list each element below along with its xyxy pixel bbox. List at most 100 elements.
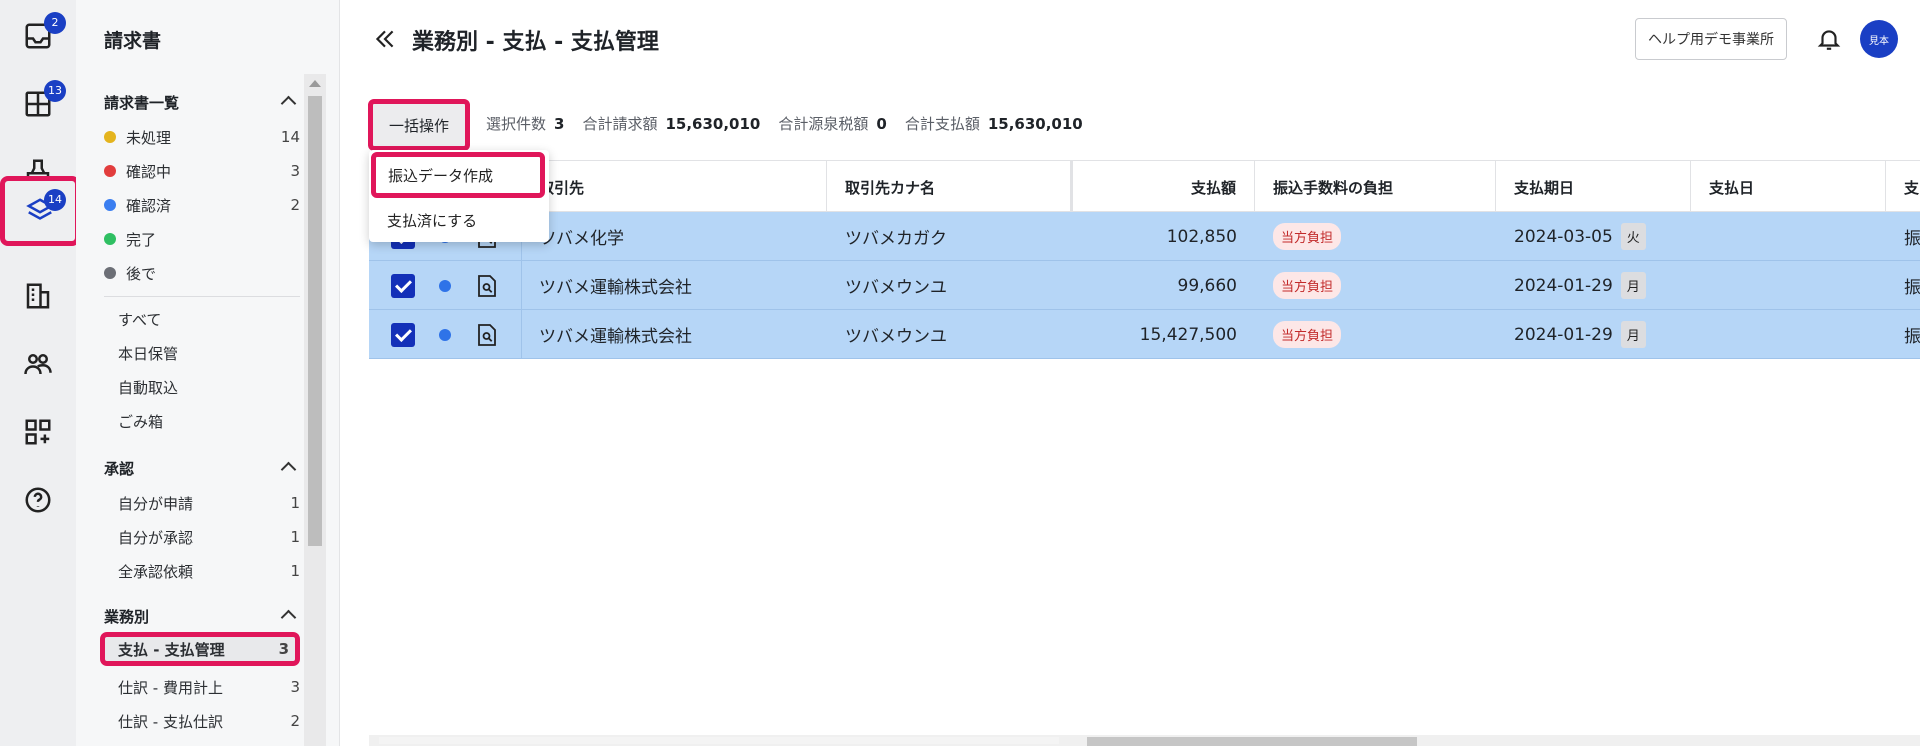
scroll-thumb-horizontal[interactable]: [1087, 737, 1417, 746]
business-heading[interactable]: 業務別: [104, 606, 297, 627]
sidebar-item-my-requests[interactable]: 自分が申請 1: [104, 488, 300, 518]
status-dot-gray: [104, 267, 116, 279]
sidebar-item-count: 2: [290, 196, 300, 214]
sidebar-item-done[interactable]: 完了: [104, 224, 300, 254]
layers-badge: 14: [44, 189, 66, 211]
sidebar-item-label: 仕訳 - 費用計上: [118, 678, 223, 697]
header-due-date[interactable]: 支払期日: [1496, 161, 1691, 213]
weekday-badge: 火: [1620, 223, 1646, 250]
sidebar-item-label: 後で: [126, 264, 157, 283]
status-dot-blue: [439, 280, 451, 292]
sidebar-item-label: 完了: [126, 230, 157, 249]
double-chevron-left-icon[interactable]: [372, 26, 398, 52]
row-checkbox[interactable]: [391, 323, 415, 347]
sidebar-item-all[interactable]: すべて: [104, 304, 300, 334]
due-date-value: 2024-01-29: [1514, 324, 1613, 345]
scroll-track-left[interactable]: [379, 737, 1059, 744]
header-partner-kana[interactable]: 取引先カナ名: [827, 161, 1073, 213]
cell-due-date: 2024-03-05 火: [1496, 212, 1691, 261]
sidebar-item-count: 2: [290, 712, 300, 730]
sidebar-title: 請求書: [104, 30, 162, 52]
menu-item-create-transfer-data[interactable]: 振込データ作成: [371, 152, 545, 198]
total-billed-value: 15,630,010: [665, 114, 761, 133]
total-billed-label: 合計請求額: [582, 115, 658, 133]
header-extra[interactable]: 支: [1886, 161, 1920, 213]
header-amount[interactable]: 支払額: [1073, 161, 1255, 213]
document-search-icon[interactable]: [477, 323, 497, 347]
approval-heading[interactable]: 承認: [104, 458, 297, 479]
cell-partner: ツバメ運輸株式会社: [539, 327, 692, 347]
chevron-up-icon: [280, 609, 297, 626]
building-nav[interactable]: [0, 264, 76, 328]
bulk-action-menu: 振込データ作成 支払済にする: [369, 150, 549, 242]
bell-icon[interactable]: [1816, 25, 1842, 53]
sidebar-item-all-approvals[interactable]: 全承認依頼 1: [104, 556, 300, 586]
sidebar-item-my-approvals[interactable]: 自分が承認 1: [104, 522, 300, 552]
table-row[interactable]: ツバメ化学 ツバメカガク 102,850 当方負担 2024-03-05 火 振: [369, 212, 1920, 261]
status-dot-blue: [104, 199, 116, 211]
sidebar-item-count: 14: [280, 128, 300, 146]
sidebar-item-label: 本日保管: [118, 344, 179, 363]
sidebar-item-checking[interactable]: 確認中 3: [104, 156, 300, 186]
sidebar-item-count: 3: [290, 678, 300, 696]
sidebar-item-stored-today[interactable]: 本日保管: [104, 338, 300, 368]
sidebar-item-label: 全承認依頼: [118, 562, 194, 581]
users-nav[interactable]: [0, 332, 76, 396]
cell-extra: 振: [1904, 229, 1920, 249]
inbox-nav[interactable]: 2: [0, 4, 76, 68]
due-date-value: 2024-01-29: [1514, 275, 1613, 296]
sidebar-item-payment-management[interactable]: 支払 - 支払管理 3: [100, 632, 300, 666]
menu-item-mark-paid[interactable]: 支払済にする: [369, 200, 549, 240]
sidebar-item-label: ごみ箱: [118, 412, 164, 431]
apps-nav[interactable]: [0, 400, 76, 464]
cell-paid-date: [1691, 212, 1886, 261]
sidebar-item-expense-journal[interactable]: 仕訳 - 費用計上 3: [104, 672, 300, 702]
total-payment-value: 15,630,010: [987, 114, 1083, 133]
sidebar-item-auto-import[interactable]: 自動取込: [104, 372, 300, 402]
scroll-up-icon[interactable]: [309, 80, 321, 87]
weekday-badge: 月: [1620, 321, 1646, 348]
fee-burden-badge: 当方負担: [1273, 321, 1342, 348]
sidebar-item-payment-journal[interactable]: 仕訳 - 支払仕訳 2: [104, 706, 300, 736]
chevron-up-icon: [280, 95, 297, 112]
selected-count-label: 選択件数: [486, 115, 547, 133]
scroll-thumb[interactable]: [308, 96, 322, 546]
help-nav[interactable]: [0, 468, 76, 532]
sidebar-item-later[interactable]: 後で: [104, 258, 300, 288]
sidebar-item-trash[interactable]: ごみ箱: [104, 406, 300, 436]
table-row[interactable]: ツバメ運輸株式会社 ツバメウンユ 99,660 当方負担 2024-01-29 月…: [369, 261, 1920, 310]
horizontal-scrollbar[interactable]: [369, 735, 1920, 746]
office-selector-button[interactable]: ヘルプ用デモ事業所: [1635, 18, 1787, 60]
withholding-value: 0: [876, 114, 887, 133]
help-icon: [25, 487, 51, 513]
cell-extra: 振: [1904, 278, 1920, 298]
status-dot-blue: [439, 329, 451, 341]
invoice-list-heading[interactable]: 請求書一覧: [104, 92, 297, 113]
row-checkbox[interactable]: [391, 274, 415, 298]
header-paid-date[interactable]: 支払日: [1691, 161, 1886, 213]
sidebar-item-unprocessed[interactable]: 未処理 14: [104, 122, 300, 152]
business-heading-label: 業務別: [104, 608, 150, 626]
layers-nav[interactable]: 14: [0, 176, 80, 246]
table-row[interactable]: ツバメ運輸株式会社 ツバメウンユ 15,427,500 当方負担 2024-01…: [369, 310, 1920, 359]
cell-fee-burden: 当方負担: [1255, 310, 1496, 359]
main-content: 業務別 - 支払 - 支払管理 ヘルプ用デモ事業所 見本 一括操作 選択件数 3…: [340, 0, 1920, 746]
sidebar-scrollbar[interactable]: [304, 74, 326, 746]
cell-due-date: 2024-01-29 月: [1496, 261, 1691, 310]
selection-summary: 選択件数 3 合計請求額 15,630,010 合計源泉税額 0 合計支払額 1…: [486, 113, 1093, 134]
fee-burden-badge: 当方負担: [1273, 272, 1342, 299]
sidebar-item-label: 自動取込: [118, 378, 179, 397]
document-search-icon[interactable]: [477, 274, 497, 298]
header-partner[interactable]: 取引先: [521, 161, 827, 213]
cell-amount: 99,660: [1177, 275, 1237, 296]
sidebar-item-confirmed[interactable]: 確認済 2: [104, 190, 300, 220]
bulk-action-button[interactable]: 一括操作: [368, 99, 470, 151]
sidebar-item-count: 1: [290, 494, 300, 512]
cell-partner: ツバメ運輸株式会社: [539, 278, 692, 298]
header-fee-burden[interactable]: 振込手数料の負担: [1255, 161, 1496, 213]
sidebar: 請求書 請求書一覧 未処理 14 確認中 3 確認済 2 完了 後で すべて 本…: [76, 0, 340, 746]
grid-nav[interactable]: 13: [0, 72, 76, 136]
status-dot-green: [104, 233, 116, 245]
weekday-badge: 月: [1620, 272, 1646, 299]
avatar[interactable]: 見本: [1860, 20, 1898, 58]
